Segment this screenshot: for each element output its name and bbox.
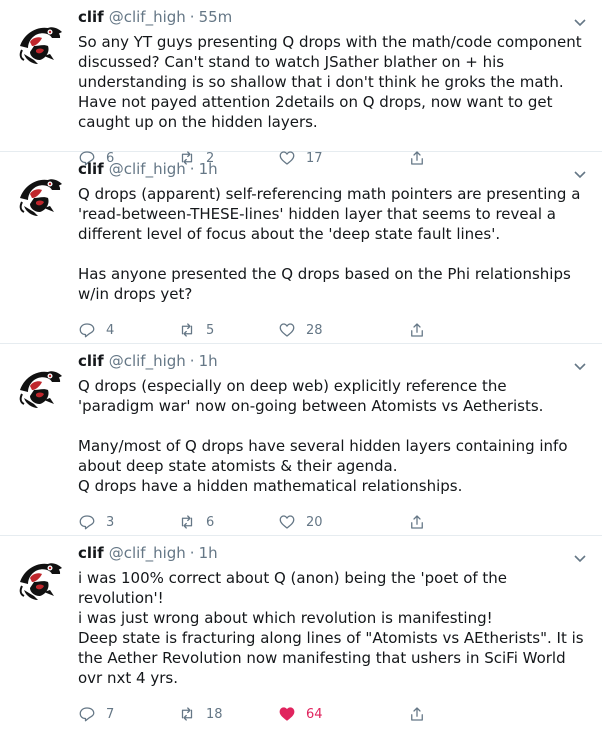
retweet-icon: [181, 323, 193, 337]
meta-separator: ·: [189, 544, 195, 562]
author-name[interactable]: clif: [78, 160, 104, 178]
retweet-count: 5: [206, 322, 215, 338]
share-icon: [411, 707, 423, 721]
reply-count: 3: [106, 514, 115, 530]
tweet-header: clif @clif_high · 1h: [78, 544, 590, 568]
tweet[interactable]: clif @clif_high · 1h Q drops (especially…: [0, 344, 602, 536]
retweet-button[interactable]: 6: [178, 513, 278, 531]
reply-icon: [79, 323, 95, 338]
like-button[interactable]: 28: [278, 321, 378, 339]
tweet[interactable]: clif @clif_high · 1h i was 100% correct …: [0, 536, 602, 722]
raven-avatar-icon: [19, 179, 62, 216]
meta-separator: ·: [189, 8, 195, 26]
chevron-down-icon[interactable]: [572, 358, 588, 374]
like-count: 64: [306, 706, 323, 722]
chevron-down-icon[interactable]: [572, 550, 588, 566]
tweet[interactable]: clif @clif_high · 55m So any YT guys pre…: [0, 0, 602, 166]
timestamp[interactable]: 1h: [199, 160, 218, 178]
avatar[interactable]: [14, 552, 66, 604]
avatar[interactable]: [14, 168, 66, 220]
reply-button[interactable]: 3: [78, 513, 178, 531]
retweet-count: 18: [206, 706, 223, 722]
like-count: 20: [306, 514, 323, 530]
author-name[interactable]: clif: [78, 8, 104, 26]
tweet-text: Q drops (especially on deep web) explici…: [78, 377, 568, 495]
reply-count: 4: [106, 322, 115, 338]
chevron-down-icon[interactable]: [572, 14, 588, 30]
tweet-header: clif @clif_high · 1h: [78, 352, 590, 376]
tweet-text: i was 100% correct about Q (anon) being …: [78, 569, 584, 687]
share-button[interactable]: [408, 321, 436, 339]
author-name[interactable]: clif: [78, 352, 104, 370]
like-button[interactable]: 20: [278, 513, 378, 531]
author-name[interactable]: clif: [78, 544, 104, 562]
share-icon: [411, 515, 423, 529]
retweet-button[interactable]: 5: [178, 321, 278, 339]
retweet-icon: [181, 515, 193, 529]
author-handle[interactable]: @clif_high: [109, 544, 186, 562]
raven-avatar-icon: [19, 371, 62, 408]
share-icon: [411, 323, 423, 337]
raven-avatar-icon: [19, 563, 62, 600]
tweet[interactable]: clif @clif_high · 1h Q drops (apparent) …: [0, 152, 602, 344]
like-button[interactable]: 64: [278, 705, 378, 723]
retweet-icon: [181, 707, 193, 721]
like-count: 28: [306, 322, 323, 338]
author-handle[interactable]: @clif_high: [109, 160, 186, 178]
timeline: clif @clif_high · 55m So any YT guys pre…: [0, 0, 602, 722]
author-handle[interactable]: @clif_high: [109, 8, 186, 26]
raven-avatar-icon: [19, 27, 62, 64]
timestamp[interactable]: 55m: [199, 8, 233, 26]
chevron-down-icon[interactable]: [572, 166, 588, 182]
retweet-count: 6: [206, 514, 215, 530]
share-button[interactable]: [408, 705, 436, 723]
tweet-header: clif @clif_high · 55m: [78, 8, 590, 32]
avatar[interactable]: [14, 360, 66, 412]
heart-icon: [279, 323, 295, 337]
reply-count: 7: [106, 706, 115, 722]
share-button[interactable]: [408, 513, 436, 531]
timestamp[interactable]: 1h: [199, 352, 218, 370]
reply-icon: [79, 515, 95, 530]
action-bar: 7 18 64: [78, 694, 590, 734]
tweet-header: clif @clif_high · 1h: [78, 160, 590, 184]
tweet-text: Q drops (apparent) self-referencing math…: [78, 185, 581, 303]
reply-button[interactable]: 4: [78, 321, 178, 339]
retweet-button[interactable]: 18: [178, 705, 278, 723]
avatar[interactable]: [14, 16, 66, 68]
timestamp[interactable]: 1h: [199, 544, 218, 562]
author-handle[interactable]: @clif_high: [109, 352, 186, 370]
reply-button[interactable]: 7: [78, 705, 178, 723]
heart-icon: [279, 515, 295, 529]
meta-separator: ·: [189, 352, 195, 370]
meta-separator: ·: [189, 160, 195, 178]
heart-icon: [279, 707, 295, 721]
tweet-text: So any YT guys presenting Q drops with t…: [78, 33, 587, 131]
reply-icon: [79, 707, 95, 722]
